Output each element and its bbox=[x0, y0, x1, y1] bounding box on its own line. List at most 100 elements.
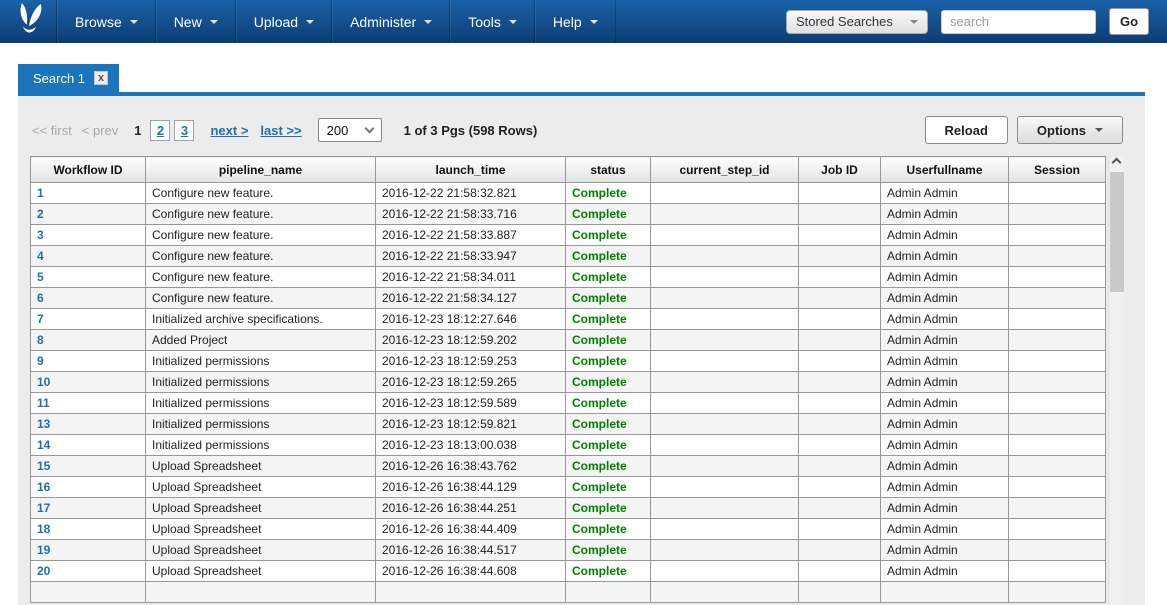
cell-job-id bbox=[799, 561, 881, 582]
cell-session bbox=[1009, 414, 1106, 435]
cell-status: Complete bbox=[566, 519, 651, 540]
home-logo-link[interactable] bbox=[0, 0, 57, 43]
cell-status: Complete bbox=[566, 456, 651, 477]
workflow-id-link[interactable]: 19 bbox=[37, 543, 50, 557]
cell-userfullname: Admin Admin bbox=[881, 477, 1009, 498]
column-header-session[interactable]: Session bbox=[1009, 157, 1106, 183]
scrollbar-thumb[interactable] bbox=[1110, 172, 1124, 292]
workflow-id-link[interactable]: 3 bbox=[37, 228, 44, 242]
cell-userfullname: Admin Admin bbox=[881, 309, 1009, 330]
cell-userfullname: Admin Admin bbox=[881, 519, 1009, 540]
go-button[interactable]: Go bbox=[1109, 8, 1149, 35]
cell-session bbox=[1009, 519, 1106, 540]
table-row: 4Configure new feature.2016-12-22 21:58:… bbox=[31, 246, 1106, 267]
page-link-2[interactable]: 2 bbox=[150, 120, 170, 141]
workflow-id-link[interactable]: 18 bbox=[37, 522, 50, 536]
cell-workflow-id: 20 bbox=[31, 561, 146, 582]
cell-pipeline-name: Initialized permissions bbox=[146, 393, 376, 414]
cell-current-step-id bbox=[651, 330, 799, 351]
cell-job-id bbox=[799, 477, 881, 498]
cell-workflow-id: 15 bbox=[31, 456, 146, 477]
tab-search-1[interactable]: Search 1 x bbox=[18, 64, 119, 92]
page-size-select[interactable]: 200 bbox=[318, 118, 382, 142]
menu-tools[interactable]: Tools bbox=[450, 0, 535, 43]
workflow-id-link[interactable]: 20 bbox=[37, 564, 50, 578]
pagination-toolbar: << first < prev 1 23 next > last >> 200 … bbox=[32, 115, 1135, 145]
cell-userfullname: Admin Admin bbox=[881, 330, 1009, 351]
column-header-current-step-id[interactable]: current_step_id bbox=[651, 157, 799, 183]
cell-current-step-id bbox=[651, 204, 799, 225]
cell-status: Complete bbox=[566, 498, 651, 519]
menu-help[interactable]: Help bbox=[535, 0, 616, 43]
cell-launch-time: 2016-12-22 21:58:34.011 bbox=[376, 267, 566, 288]
column-header-launch-time[interactable]: launch_time bbox=[376, 157, 566, 183]
cell-pipeline-name: Configure new feature. bbox=[146, 288, 376, 309]
cell-session bbox=[1009, 351, 1106, 372]
last-page-link[interactable]: last >> bbox=[260, 123, 301, 138]
cell-workflow-id: 19 bbox=[31, 540, 146, 561]
workflow-id-link[interactable]: 4 bbox=[37, 249, 44, 263]
table-row: 3Configure new feature.2016-12-22 21:58:… bbox=[31, 225, 1106, 246]
workflow-id-link[interactable]: 13 bbox=[37, 417, 50, 431]
table-row: 16Upload Spreadsheet2016-12-26 16:38:44.… bbox=[31, 477, 1106, 498]
stored-searches-dropdown[interactable]: Stored Searches bbox=[786, 10, 928, 34]
workflow-id-link[interactable]: 8 bbox=[37, 333, 44, 347]
menu-browse[interactable]: Browse bbox=[57, 0, 156, 43]
table-row: 6 Configure new feature.2016-12-22 21:58:… bbox=[31, 288, 1106, 309]
workflow-id-link[interactable]: 7 bbox=[37, 312, 44, 326]
scrollbar-up-icon[interactable] bbox=[1112, 158, 1122, 168]
cell-pipeline-name: Upload Spreadsheet bbox=[146, 561, 376, 582]
workflow-id-link[interactable]: 9 bbox=[37, 354, 44, 368]
close-icon[interactable]: x bbox=[94, 71, 108, 85]
cell-workflow-id: 13 bbox=[31, 414, 146, 435]
column-header-job-id[interactable]: Job ID bbox=[799, 157, 881, 183]
cell-session bbox=[1009, 435, 1106, 456]
page-link-3[interactable]: 3 bbox=[174, 120, 194, 141]
menu-label: New bbox=[174, 14, 202, 30]
cell-launch-time: 2016-12-22 21:58:33.716 bbox=[376, 204, 566, 225]
tab-label: Search 1 bbox=[33, 71, 85, 86]
workflow-id-link[interactable]: 16 bbox=[37, 480, 50, 494]
column-header-workflow-id[interactable]: Workflow ID bbox=[31, 157, 146, 183]
workflow-id-link[interactable]: 14 bbox=[37, 438, 50, 452]
menu-upload[interactable]: Upload bbox=[236, 0, 332, 43]
workflow-id-link[interactable]: 5 bbox=[37, 270, 44, 284]
page-link-label[interactable]: 2 bbox=[157, 123, 164, 138]
cell-pipeline-name: Configure new feature. bbox=[146, 225, 376, 246]
cell-userfullname: Admin Admin bbox=[881, 540, 1009, 561]
menu-administer[interactable]: Administer bbox=[332, 0, 450, 43]
workflow-id-link[interactable]: 6 bbox=[37, 291, 44, 305]
workflow-id-link[interactable]: 1 bbox=[37, 186, 44, 200]
column-header-pipeline-name[interactable]: pipeline_name bbox=[146, 157, 376, 183]
cell-current-step-id bbox=[651, 519, 799, 540]
workflow-id-link[interactable]: 2 bbox=[37, 207, 44, 221]
vertical-scrollbar[interactable] bbox=[1108, 156, 1124, 605]
workflow-id-link[interactable]: 17 bbox=[37, 501, 50, 515]
cell-job-id bbox=[799, 456, 881, 477]
cell-launch-time: 2016-12-22 21:58:34.127 bbox=[376, 288, 566, 309]
workflow-id-link[interactable]: 15 bbox=[37, 459, 50, 473]
options-button[interactable]: Options bbox=[1017, 116, 1123, 144]
cell-userfullname: Admin Admin bbox=[881, 498, 1009, 519]
reload-button[interactable]: Reload bbox=[925, 116, 1008, 144]
cell-pipeline-name: Upload Spreadsheet bbox=[146, 540, 376, 561]
column-header-userfullname[interactable]: Userfullname bbox=[881, 157, 1009, 183]
cell-status: Complete bbox=[566, 477, 651, 498]
cell-status: Complete bbox=[566, 309, 651, 330]
page-link-label[interactable]: 3 bbox=[181, 123, 188, 138]
chevron-down-icon bbox=[364, 124, 374, 134]
cell-current-step-id bbox=[651, 288, 799, 309]
menu-new[interactable]: New bbox=[156, 0, 236, 43]
cell-pipeline-name: Added Project bbox=[146, 330, 376, 351]
results-summary: 1 of 3 Pgs (598 Rows) bbox=[404, 123, 538, 138]
cell-status: Complete bbox=[566, 414, 651, 435]
workflow-id-link[interactable]: 11 bbox=[37, 396, 50, 410]
search-input[interactable] bbox=[941, 10, 1096, 34]
next-page-link[interactable]: next > bbox=[210, 123, 248, 138]
column-header-status[interactable]: status bbox=[566, 157, 651, 183]
cell-job-id bbox=[799, 330, 881, 351]
cell-session bbox=[1009, 540, 1106, 561]
caret-down-icon bbox=[210, 20, 218, 24]
workflow-id-link[interactable]: 10 bbox=[37, 375, 50, 389]
cell-current-step-id bbox=[651, 351, 799, 372]
